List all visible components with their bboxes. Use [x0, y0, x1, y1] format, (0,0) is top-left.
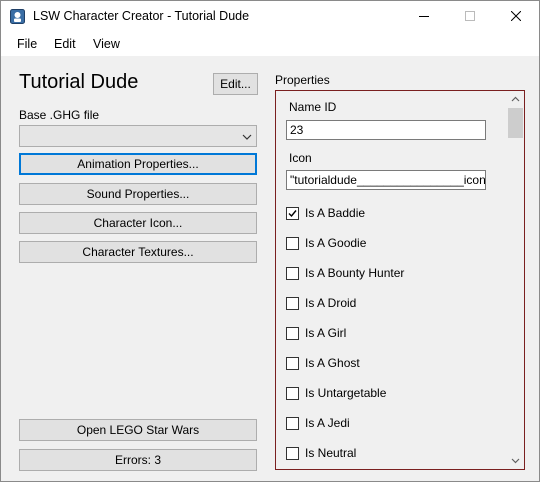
checkbox[interactable] [286, 326, 299, 340]
app-window: LSW Character Creator - Tutorial Dude Fi… [0, 0, 540, 482]
menu-edit[interactable]: Edit [54, 37, 76, 51]
icon-label: Icon [289, 151, 312, 165]
checkbox-row[interactable]: Is A Baddie [286, 205, 365, 221]
base-ghg-select[interactable] [19, 125, 257, 147]
maximize-button[interactable] [447, 1, 493, 32]
checkbox[interactable] [286, 356, 299, 370]
main-content: Tutorial Dude Edit... Base .GHG file Ani… [1, 56, 539, 481]
minimize-icon [419, 10, 429, 24]
checkbox-label: Is A Girl [305, 326, 347, 340]
properties-scrollbar[interactable] [507, 91, 524, 469]
checkbox-label: Is A Bounty Hunter [305, 266, 405, 280]
menu-view[interactable]: View [93, 37, 120, 51]
properties-title: Properties [275, 73, 330, 87]
checkbox-row[interactable]: Is A Goodie [286, 235, 366, 251]
checkbox-row[interactable]: Is A Ghost [286, 355, 360, 371]
chevron-down-icon [242, 131, 252, 141]
checkbox-label: Is A Ghost [305, 356, 360, 370]
checkbox[interactable] [286, 296, 299, 310]
checkbox-label: Is Untargetable [305, 386, 387, 400]
sound-properties-button[interactable]: Sound Properties... [19, 183, 257, 205]
chevron-up-icon [511, 93, 520, 107]
checkbox-label: Is A Droid [305, 296, 357, 310]
character-icon-button[interactable]: Character Icon... [19, 212, 257, 234]
checkbox-row[interactable]: Is Untargetable [286, 385, 386, 401]
name-id-label: Name ID [289, 100, 337, 114]
checkbox[interactable] [286, 446, 299, 460]
checkbox[interactable] [286, 416, 299, 430]
app-icon [10, 9, 25, 24]
window-title: LSW Character Creator - Tutorial Dude [33, 9, 250, 23]
close-icon [510, 10, 522, 24]
animation-properties-button[interactable]: Animation Properties... [19, 153, 257, 175]
checkbox-row[interactable]: Is A Jedi [286, 415, 350, 431]
open-lego-star-wars-button[interactable]: Open LEGO Star Wars [19, 419, 257, 441]
checkbox-row[interactable]: Is Neutral [286, 445, 356, 461]
scroll-thumb[interactable] [508, 108, 523, 138]
menu-file[interactable]: File [17, 37, 37, 51]
checkbox-label: Is A Jedi [305, 416, 350, 430]
checkbox-label: Is Neutral [305, 446, 357, 460]
checkbox[interactable] [286, 386, 299, 400]
checkbox-row[interactable]: Is A Droid [286, 295, 356, 311]
menu-bar: File Edit View [1, 32, 539, 56]
checkbox[interactable] [286, 206, 299, 220]
maximize-icon [465, 10, 475, 24]
name-id-input[interactable]: 23 [286, 120, 486, 140]
checkbox[interactable] [286, 236, 299, 250]
checkbox-row[interactable]: Is A Girl [286, 325, 346, 341]
title-bar[interactable]: LSW Character Creator - Tutorial Dude [1, 1, 539, 32]
properties-panel: Name ID 23 Icon "tutorialdude___________… [275, 90, 525, 470]
checkbox-label: Is A Goodie [305, 236, 367, 250]
checkbox-row[interactable]: Is A Bounty Hunter [286, 265, 404, 281]
checkbox[interactable] [286, 266, 299, 280]
checkmark-icon [288, 209, 297, 217]
errors-button[interactable]: Errors: 3 [19, 449, 257, 471]
scroll-down-button[interactable] [507, 452, 524, 469]
minimize-button[interactable] [401, 1, 447, 32]
base-ghg-label: Base .GHG file [19, 108, 100, 122]
character-textures-button[interactable]: Character Textures... [19, 241, 257, 263]
checkbox-label: Is A Baddie [305, 206, 366, 220]
edit-name-button[interactable]: Edit... [213, 73, 258, 95]
icon-input[interactable]: "tutorialdude________________icon" [286, 170, 486, 190]
chevron-down-icon [511, 454, 520, 468]
scroll-up-button[interactable] [507, 91, 524, 108]
close-button[interactable] [493, 1, 539, 32]
character-name: Tutorial Dude [19, 71, 139, 93]
